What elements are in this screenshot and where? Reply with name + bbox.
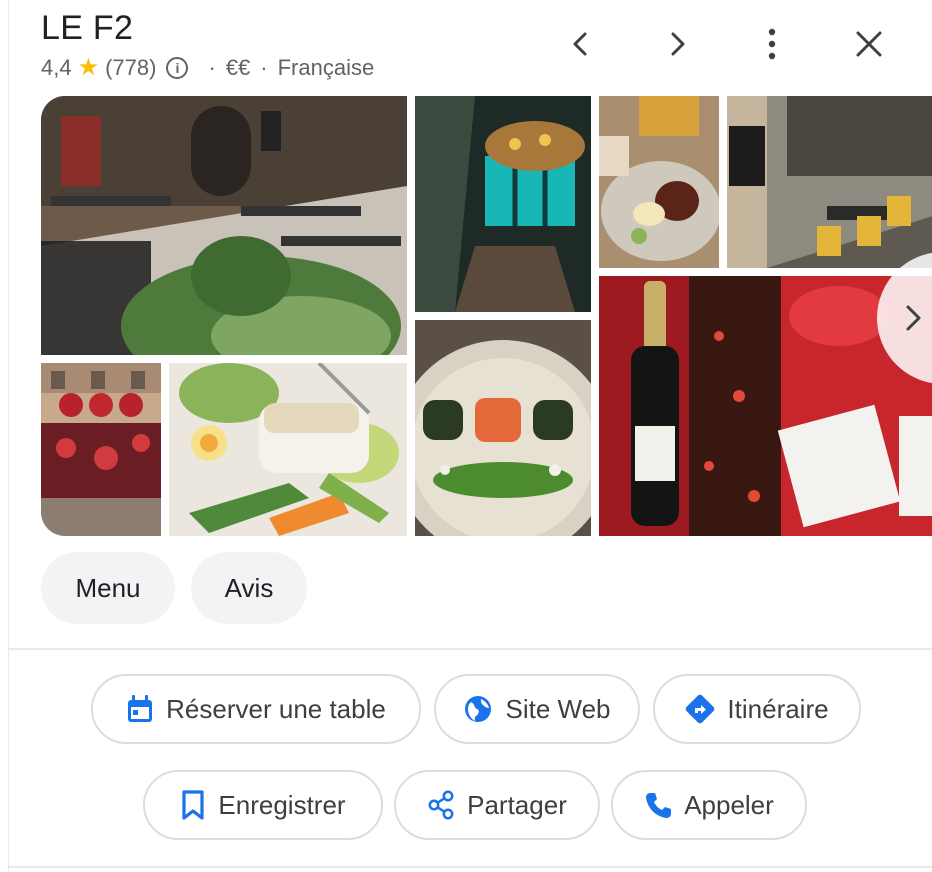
photo-facade[interactable]: [41, 363, 161, 536]
bookmark-icon: [180, 789, 206, 821]
info-icon[interactable]: i: [166, 57, 189, 79]
review-count[interactable]: (778): [105, 54, 156, 82]
divider: [9, 866, 932, 868]
photo-dining-room[interactable]: [415, 96, 591, 312]
close-icon: [856, 31, 882, 57]
calendar-icon: [126, 694, 154, 724]
save-label: Enregistrer: [218, 789, 346, 820]
website-label: Site Web: [505, 693, 611, 724]
call-button[interactable]: Appeler: [611, 770, 807, 840]
separator: ·: [260, 55, 268, 80]
divider: [9, 648, 932, 650]
chevron-left-icon: [573, 32, 587, 56]
chevron-right-icon: [671, 32, 685, 56]
rating-value: 4,4: [41, 55, 72, 80]
share-button[interactable]: Partager: [394, 770, 600, 840]
place-category: Française: [277, 55, 375, 80]
more-options-button[interactable]: [752, 24, 792, 64]
tab-reviews[interactable]: Avis: [191, 552, 307, 624]
photo-sushi-dish[interactable]: [415, 320, 591, 536]
chevron-right-icon: [906, 305, 921, 331]
photo-plated-dish[interactable]: [599, 96, 719, 268]
reserve-table-label: Réserver une table: [166, 693, 386, 724]
directions-label: Itinéraire: [727, 693, 829, 724]
close-button[interactable]: [849, 24, 889, 64]
share-label: Partager: [467, 789, 567, 820]
place-meta: 4,4 ★ (778) i · €€ · Française: [41, 54, 374, 82]
next-button[interactable]: [657, 24, 697, 64]
save-button[interactable]: Enregistrer: [143, 770, 383, 840]
globe-icon: [463, 694, 493, 724]
photo-gallery: [41, 96, 932, 536]
directions-button[interactable]: Itinéraire: [653, 674, 861, 744]
tab-menu[interactable]: Menu: [41, 552, 175, 624]
directions-icon: [685, 694, 715, 724]
star-icon: ★: [77, 54, 100, 81]
photo-interior[interactable]: [727, 96, 932, 268]
photo-fish-dish[interactable]: [169, 363, 407, 536]
share-icon: [427, 790, 455, 820]
reserve-table-button[interactable]: Réserver une table: [91, 674, 421, 744]
place-title: LE F2: [41, 9, 134, 47]
price-level: €€: [225, 55, 251, 80]
call-label: Appeler: [684, 789, 774, 820]
website-button[interactable]: Site Web: [434, 674, 640, 744]
separator: ·: [208, 55, 216, 80]
place-card: LE F2 4,4 ★ (778) i · €€ · Française Men…: [8, 0, 932, 872]
previous-button[interactable]: [561, 24, 601, 64]
phone-icon: [644, 791, 672, 819]
photo-terrace[interactable]: [41, 96, 407, 355]
more-vert-icon: [768, 28, 776, 60]
